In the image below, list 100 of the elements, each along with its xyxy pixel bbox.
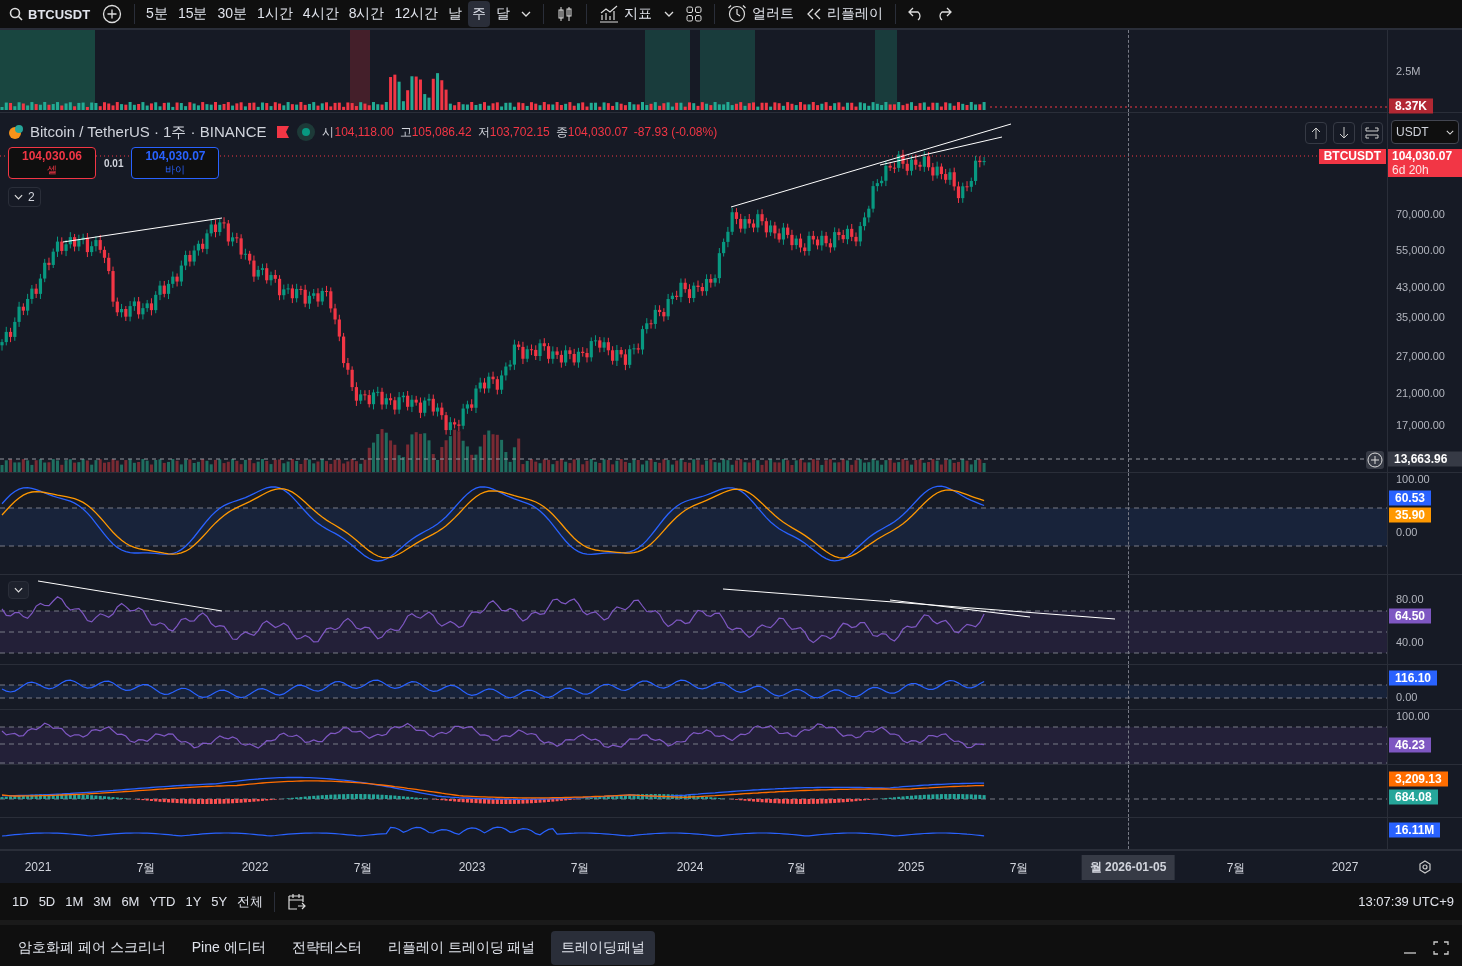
settings-icon — [1417, 860, 1432, 874]
panel-tab[interactable]: 전략테스터 — [281, 931, 372, 965]
caret-icon — [1446, 129, 1454, 135]
replay-button[interactable]: 리플레이 — [801, 1, 889, 27]
flag-icon — [276, 126, 291, 138]
panel-tab[interactable]: 암호화폐 페어 스크리너 — [8, 931, 176, 965]
scroll-up-button[interactable] — [1305, 122, 1327, 144]
axis-label: 43,000.00 — [1396, 280, 1445, 294]
crosshair-price-label: 13,663.96 — [1388, 451, 1462, 467]
maximize-icon — [1433, 941, 1449, 955]
interval-tab[interactable]: 15분 — [173, 1, 212, 27]
axis-label: 27,000.00 — [1396, 349, 1445, 363]
search-icon — [9, 7, 23, 21]
indicator-value-label: 116.10 — [1389, 670, 1438, 686]
interval-tab[interactable]: 1시간 — [253, 1, 297, 27]
interval-tab[interactable]: 주 — [468, 1, 491, 27]
time-axis-label: 7월 — [787, 860, 807, 877]
panel-tab[interactable]: 트레이딩패널 — [551, 931, 656, 965]
axis-label: 0.00 — [1396, 525, 1418, 539]
alarm-clock-icon — [727, 4, 748, 24]
axis-label: 40.00 — [1396, 635, 1424, 649]
axis-label: 35,000.00 — [1396, 310, 1445, 324]
range-button[interactable]: 3M — [89, 891, 116, 912]
time-axis-label: 2025 — [897, 860, 925, 874]
indicator-value-label: 35.90 — [1389, 507, 1432, 523]
caret-icon — [664, 11, 675, 17]
candlestick-icon — [556, 5, 575, 23]
panel-tab[interactable]: 리플레이 트레이딩 패널 — [377, 931, 546, 965]
time-axis-label: 2021 — [24, 860, 52, 874]
time-axis-label: 2027 — [1331, 860, 1359, 874]
axis-label: 21,000.00 — [1396, 386, 1445, 400]
volume-value-label: 8.37K — [1389, 98, 1434, 114]
calendar-icon — [286, 892, 307, 911]
add-alert-button[interactable] — [1366, 451, 1384, 469]
grid-icon — [686, 6, 703, 22]
indicator-value-label: 3,209.13 — [1389, 771, 1448, 787]
time-axis-label: 7월 — [136, 860, 156, 877]
axis-label: 2.5M — [1396, 64, 1421, 78]
ohlc-value: 시 104,118.00 — [322, 123, 394, 141]
range-button[interactable]: 5Y — [207, 891, 232, 912]
status-dot-icon — [296, 122, 317, 142]
axis-label: 70,000.00 — [1396, 207, 1445, 221]
range-button[interactable]: 5D — [34, 891, 60, 912]
time-axis-label: 7월 — [353, 860, 373, 877]
collapse-pane-button[interactable] — [8, 581, 29, 599]
crosshair-date-label: 월 2026-01-05 — [1081, 855, 1175, 880]
buy-button[interactable]: 104,030.07 바이 — [131, 147, 220, 179]
indicator-value-label: 46.23 — [1389, 737, 1432, 753]
indicators-button[interactable]: 지표 — [594, 1, 658, 27]
time-axis-label: 7월 — [1009, 860, 1029, 877]
caret-icon — [14, 194, 23, 200]
axis-label: 17,000.00 — [1396, 418, 1445, 432]
range-button[interactable]: 6M — [117, 891, 144, 912]
collapse-indicators-button[interactable]: 2 — [8, 187, 41, 207]
symbol-title: Bitcoin / TetherUS · 1주 · BINANCE — [30, 122, 267, 142]
time-axis-label: 7월 — [570, 860, 590, 877]
interval-tab[interactable]: 8시간 — [344, 1, 389, 27]
price-change: -87.93 (-0.08%) — [633, 125, 718, 139]
ohlc-value: 저103,702.15 — [477, 123, 550, 141]
last-price-label: 104,030.07 6d 20h — [1388, 149, 1462, 177]
interval-tab[interactable]: 30분 — [213, 1, 252, 27]
alert-button[interactable]: 얼러트 — [722, 1, 800, 27]
caret-icon — [521, 11, 532, 17]
spread-value: 0.01 — [104, 157, 124, 169]
redo-icon — [936, 7, 953, 21]
symbol-search-button[interactable]: BTCUSDT — [4, 1, 96, 27]
axis-label: 0.00 — [1396, 690, 1418, 704]
chart-icon — [599, 5, 620, 23]
range-button[interactable]: 1D — [8, 891, 33, 912]
panel-tab[interactable]: Pine 에디터 — [181, 931, 276, 965]
plus-circle-icon — [1367, 452, 1383, 468]
time-axis-label: 2023 — [458, 860, 486, 874]
plus-circle-icon — [102, 4, 123, 24]
coin-icon — [8, 124, 24, 140]
range-button[interactable]: YTD — [145, 891, 180, 912]
arrow-down-icon — [1339, 127, 1349, 139]
indicator-value-label: 684.08 — [1389, 789, 1438, 805]
range-button[interactable]: 전체 — [233, 889, 268, 914]
interval-tab[interactable]: 날 — [444, 1, 467, 27]
arrow-up-icon — [1311, 127, 1321, 139]
range-button[interactable]: 1Y — [181, 891, 206, 912]
sell-button[interactable]: 104,030.06 셀 — [8, 147, 96, 179]
ohlc-value: 종104,030.07 — [555, 123, 628, 141]
indicator-value-label: 60.53 — [1389, 490, 1432, 506]
indicator-value-label: 16.11M — [1389, 822, 1441, 838]
range-button[interactable]: 1M — [61, 891, 88, 912]
rewind-icon — [806, 8, 823, 20]
interval-tab[interactable]: 4시간 — [298, 1, 343, 27]
reset-button[interactable] — [1361, 122, 1383, 144]
axis-label: 100.00 — [1396, 709, 1430, 723]
currency-dropdown[interactable]: USDT — [1391, 120, 1459, 144]
indicator-value-label: 64.50 — [1389, 608, 1432, 624]
caret-icon — [14, 587, 23, 593]
scroll-down-button[interactable] — [1333, 122, 1355, 144]
interval-tab[interactable]: 5분 — [142, 1, 172, 27]
clock-text: 13:07:39 UTC+9 — [1358, 894, 1454, 909]
time-axis-label: 7월 — [1226, 860, 1246, 877]
interval-tab[interactable]: 달 — [492, 1, 515, 27]
axis-label: 55,000.00 — [1396, 243, 1445, 257]
interval-tab[interactable]: 12시간 — [390, 1, 443, 27]
